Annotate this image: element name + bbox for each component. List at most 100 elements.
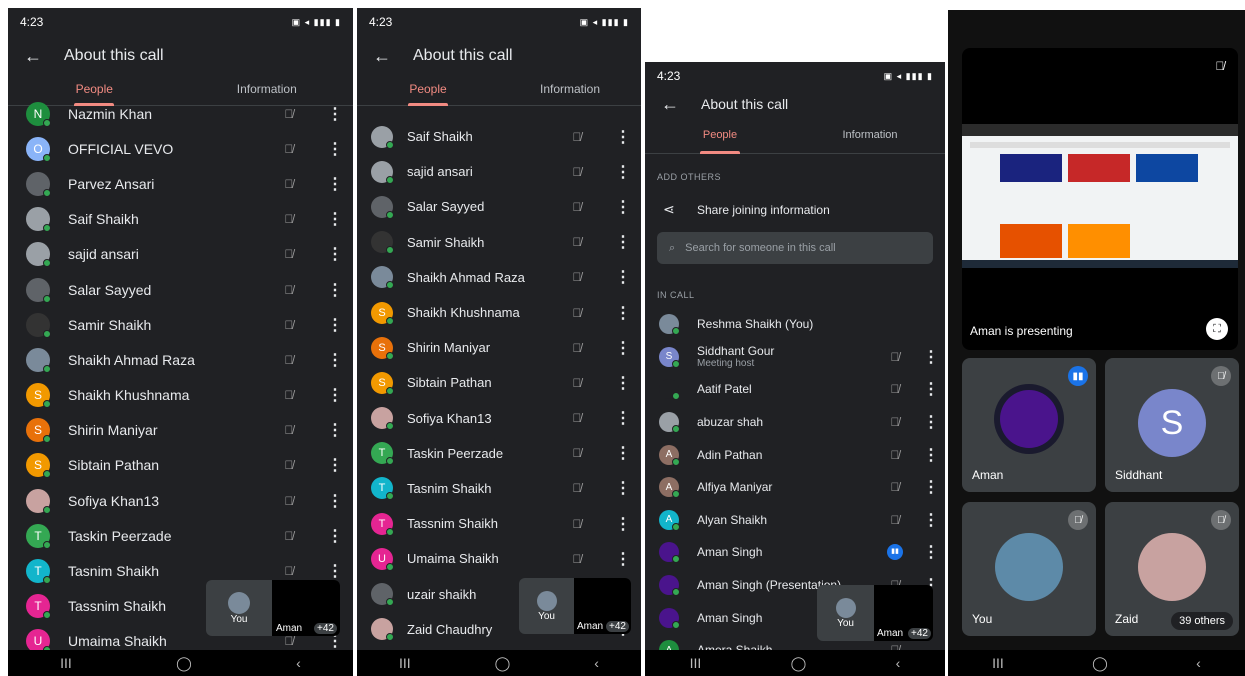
participant-row[interactable]: Reshma Shaikh (You)	[645, 308, 945, 341]
presentation-tile[interactable]: 🎙̸ Aman is presenting ⛶	[962, 48, 1238, 350]
more-options-icon[interactable]: ⋮	[605, 162, 641, 182]
more-options-icon[interactable]: ⋮	[605, 443, 641, 463]
participant-row[interactable]: S Sibtain Pathan 🎙̸ ⋮	[357, 365, 641, 400]
home-button[interactable]: ◯	[1092, 655, 1108, 672]
more-options-icon[interactable]: ⋮	[605, 408, 641, 428]
participant-row[interactable]: S Sibtain Pathan 🎙̸ ⋮	[8, 448, 353, 483]
participant-row[interactable]: T Tasnim Shaikh 🎙̸ ⋮	[357, 471, 641, 506]
more-options-icon[interactable]: ⋮	[605, 478, 641, 498]
more-options-icon[interactable]: ⋮	[605, 197, 641, 217]
fullscreen-icon[interactable]: ⛶	[1206, 318, 1228, 340]
home-button[interactable]: ◯	[176, 655, 192, 672]
participant-row[interactable]: A Alfiya Maniyar 🎙̸ ⋮	[645, 471, 945, 504]
recents-button[interactable]: III	[60, 655, 72, 671]
participant-row[interactable]: A Adin Pathan 🎙̸ ⋮	[645, 438, 945, 471]
participant-row[interactable]: A Alyan Shaikh 🎙̸ ⋮	[645, 504, 945, 537]
participant-row[interactable]: T Taskin Peerzade 🎙̸ ⋮	[357, 436, 641, 471]
search-input[interactable]: ⌕ Search for someone in this call	[657, 232, 933, 264]
more-options-icon[interactable]: ⋮	[605, 514, 641, 534]
more-options-icon[interactable]: ⋮	[317, 315, 353, 335]
participant-row[interactable]: Sofiya Khan13 🎙̸ ⋮	[8, 483, 353, 518]
home-button[interactable]: ◯	[791, 655, 807, 672]
participant-row[interactable]: Shaikh Ahmad Raza 🎙̸ ⋮	[8, 342, 353, 377]
participant-row[interactable]: Salar Sayyed 🎙̸ ⋮	[8, 272, 353, 307]
recents-button[interactable]: III	[399, 655, 411, 671]
participant-row[interactable]: T Tassnim Shaikh 🎙̸ ⋮	[357, 506, 641, 541]
more-options-icon[interactable]: ⋮	[317, 561, 353, 581]
more-options-icon[interactable]: ⋮	[917, 379, 945, 399]
more-options-icon[interactable]: ⋮	[317, 139, 353, 159]
more-options-icon[interactable]: ⋮	[917, 510, 945, 530]
back-button[interactable]: ‹	[296, 655, 301, 671]
participant-tile-you[interactable]: 🎙̸ You	[962, 502, 1096, 636]
more-options-icon[interactable]: ⋮	[317, 104, 353, 124]
home-button[interactable]: ◯	[495, 655, 511, 672]
more-options-icon[interactable]: ⋮	[605, 127, 641, 147]
participant-tile-siddhant[interactable]: S 🎙̸ Siddhant	[1105, 358, 1239, 492]
participant-row[interactable]: S Shaikh Khushnama 🎙̸ ⋮	[8, 378, 353, 413]
participant-row[interactable]: sajid ansari 🎙̸ ⋮	[357, 154, 641, 189]
tab-information[interactable]: Information	[795, 122, 945, 153]
more-options-icon[interactable]: ⋮	[917, 412, 945, 432]
participant-row[interactable]: Saif Shaikh 🎙̸ ⋮	[357, 119, 641, 154]
more-options-icon[interactable]: ⋮	[317, 280, 353, 300]
others-count-badge[interactable]: 39 others	[1171, 612, 1233, 630]
more-options-icon[interactable]: ⋮	[317, 455, 353, 475]
more-options-icon[interactable]: ⋮	[605, 549, 641, 569]
avatar-initial: T	[34, 564, 42, 579]
more-options-icon[interactable]: ⋮	[317, 350, 353, 370]
participant-row[interactable]: Sofiya Khan13 🎙̸ ⋮	[357, 401, 641, 436]
more-options-icon[interactable]: ⋮	[917, 445, 945, 465]
participant-tile-zaid[interactable]: 🎙̸ Zaid 39 others	[1105, 502, 1239, 636]
back-arrow-icon[interactable]: ←	[661, 94, 701, 115]
more-options-icon[interactable]: ⋮	[317, 526, 353, 546]
participant-row[interactable]: U Umaima Shaikh 🎙̸ ⋮	[357, 541, 641, 576]
participant-row[interactable]: N Nazmin Khan 🎙̸ ⋮	[8, 96, 353, 131]
participant-row[interactable]: Samir Shaikh 🎙̸ ⋮	[8, 307, 353, 342]
recents-button[interactable]: III	[690, 655, 702, 671]
more-options-icon[interactable]: ⋮	[317, 420, 353, 440]
tab-people[interactable]: People	[357, 76, 499, 105]
more-options-icon[interactable]: ⋮	[605, 232, 641, 252]
more-options-icon[interactable]: ⋮	[317, 244, 353, 264]
back-arrow-icon[interactable]: ←	[373, 46, 413, 67]
recents-button[interactable]: III	[992, 655, 1004, 671]
more-options-icon[interactable]: ⋮	[317, 209, 353, 229]
participant-row[interactable]: T Taskin Peerzade 🎙̸ ⋮	[8, 518, 353, 553]
pip-preview[interactable]: You Aman +42	[519, 578, 631, 634]
more-options-icon[interactable]: ⋮	[917, 477, 945, 497]
participant-row[interactable]: Parvez Ansari 🎙̸ ⋮	[8, 166, 353, 201]
participant-row[interactable]: O OFFICIAL VEVO 🎙̸ ⋮	[8, 131, 353, 166]
back-button[interactable]: ‹	[1196, 655, 1201, 671]
participant-row[interactable]: Saif Shaikh 🎙̸ ⋮	[8, 202, 353, 237]
more-options-icon[interactable]: ⋮	[605, 373, 641, 393]
more-options-icon[interactable]: ⋮	[917, 347, 945, 367]
participant-row[interactable]: Aatif Patel 🎙̸ ⋮	[645, 373, 945, 406]
pip-preview[interactable]: You Aman +42	[206, 580, 340, 636]
participant-row[interactable]: S Shirin Maniyar 🎙̸ ⋮	[8, 413, 353, 448]
participant-row[interactable]: Salar Sayyed 🎙̸ ⋮	[357, 189, 641, 224]
participant-row[interactable]: Samir Shaikh 🎙̸ ⋮	[357, 225, 641, 260]
tab-information[interactable]: Information	[499, 76, 641, 105]
more-options-icon[interactable]: ⋮	[317, 174, 353, 194]
more-options-icon[interactable]: ⋮	[917, 542, 945, 562]
participant-row[interactable]: Shaikh Ahmad Raza 🎙̸ ⋮	[357, 260, 641, 295]
back-button[interactable]: ‹	[594, 655, 599, 671]
participant-row[interactable]: S Shirin Maniyar 🎙̸ ⋮	[357, 330, 641, 365]
more-options-icon[interactable]: ⋮	[605, 303, 641, 323]
more-options-icon[interactable]: ⋮	[317, 491, 353, 511]
participant-row[interactable]: abuzar shah 🎙̸ ⋮	[645, 406, 945, 439]
participant-row[interactable]: sajid ansari 🎙̸ ⋮	[8, 237, 353, 272]
participant-row[interactable]: S Shaikh Khushnama 🎙̸ ⋮	[357, 295, 641, 330]
tab-people[interactable]: People	[645, 122, 795, 153]
participant-tile-aman[interactable]: ▮▮ Aman	[962, 358, 1096, 492]
more-options-icon[interactable]: ⋮	[605, 338, 641, 358]
back-button[interactable]: ‹	[896, 655, 901, 671]
more-options-icon[interactable]: ⋮	[317, 385, 353, 405]
share-joining-info[interactable]: ⋖ Share joining information	[663, 201, 830, 218]
participant-row[interactable]: Aman Singh ▮▮ ⋮	[645, 536, 945, 569]
pip-preview[interactable]: You Aman +42	[817, 585, 933, 641]
more-options-icon[interactable]: ⋮	[605, 267, 641, 287]
participant-row[interactable]: S Siddhant Gour Meeting host 🎙̸ ⋮	[645, 341, 945, 374]
back-arrow-icon[interactable]: ←	[24, 46, 64, 67]
